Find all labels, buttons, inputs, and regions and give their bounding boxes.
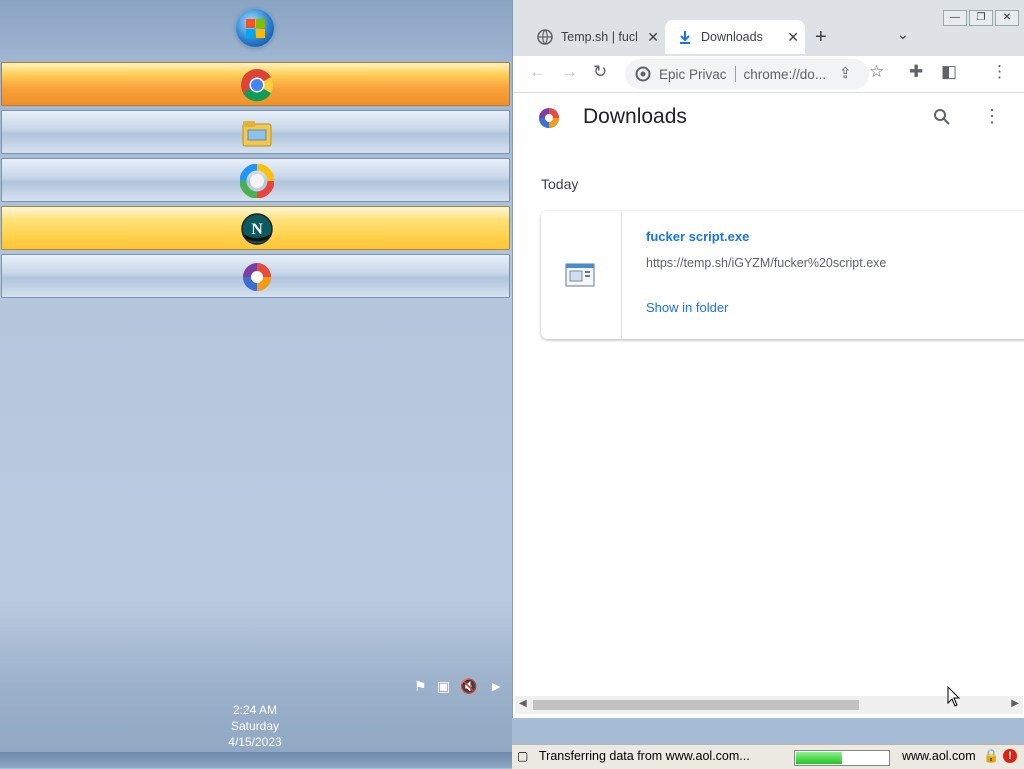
scroll-left-arrow-icon[interactable]: ◀	[519, 698, 527, 709]
network-icon[interactable]: ▣	[437, 678, 450, 695]
clock[interactable]: 2:24 AM Saturday 4/15/2023	[180, 702, 330, 750]
close-window-button[interactable]: ✕	[995, 10, 1019, 26]
taskbar-button-chrome[interactable]	[1, 62, 510, 106]
windows-logo-icon	[246, 19, 255, 28]
scroll-right-arrow-icon[interactable]: ▶	[1011, 698, 1019, 709]
status-host: www.aol.com	[902, 749, 976, 763]
browser-window: — ❐ ✕ Temp.sh | fuck ✕ Downloads ✕ + ⌄ ←…	[512, 0, 1024, 718]
page-title: Downloads	[583, 105, 687, 128]
page-icon: ▢	[517, 749, 529, 763]
expand-arrow-icon[interactable]: ▶	[492, 680, 500, 693]
tab-title: Temp.sh | fuck	[561, 30, 637, 44]
scrollbar-thumb[interactable]	[533, 700, 859, 710]
tab-strip: — ❐ ✕ Temp.sh | fuck ✕ Downloads ✕ + ⌄	[513, 0, 1024, 56]
start-button[interactable]	[236, 9, 274, 47]
epic-site-icon	[635, 66, 651, 82]
globe-icon	[537, 29, 553, 45]
status-text: Transferring data from www.aol.com...	[539, 749, 750, 763]
netscape-icon: N	[241, 213, 273, 245]
new-tab-button[interactable]: +	[815, 26, 827, 49]
file-explorer-icon	[242, 121, 272, 147]
download-source-url: https://temp.sh/iGYZM/fucker%20script.ex…	[646, 256, 887, 270]
tab-downloads[interactable]: Downloads ✕	[665, 20, 805, 54]
reload-button[interactable]: ↻	[593, 62, 607, 82]
taskbar: N ⚑ ▣ 🔇 ▶ 2:24 AM Saturday 4/15/2023	[0, 0, 512, 768]
taskbar-button-ring-app[interactable]	[1, 158, 510, 202]
bookmark-star-icon[interactable]: ☆	[869, 62, 884, 82]
more-options-icon[interactable]: ⋮	[983, 106, 1001, 127]
taskbar-button-netscape[interactable]: N	[1, 206, 510, 250]
extensions-puzzle-icon[interactable]: ✚	[909, 62, 923, 82]
close-tab-icon[interactable]: ✕	[647, 29, 659, 46]
taskbar-edge	[0, 752, 512, 768]
download-item-card: fucker script.exe https://temp.sh/iGYZM/…	[541, 211, 1024, 339]
tab-search-chevron-icon[interactable]: ⌄	[897, 26, 909, 43]
speaker-muted-icon[interactable]: 🔇	[460, 678, 477, 695]
download-file-name-link[interactable]: fucker script.exe	[646, 229, 749, 244]
epic-browser-icon	[243, 263, 271, 291]
system-tray: ⚑ ▣ 🔇 ▶	[412, 678, 507, 696]
close-tab-icon[interactable]: ✕	[787, 29, 799, 46]
show-in-folder-link[interactable]: Show in folder	[646, 300, 728, 315]
taskbar-button-explorer[interactable]	[1, 110, 510, 154]
back-button[interactable]: ←	[529, 62, 546, 82]
mouse-cursor-icon	[947, 686, 961, 707]
status-bar: ▢ Transferring data from www.aol.com... …	[512, 744, 1024, 769]
browser-menu-icon[interactable]: ⋮	[991, 62, 1008, 82]
flag-icon[interactable]: ⚑	[414, 678, 427, 695]
clock-time: 2:24 AM	[232, 703, 278, 717]
clock-date: 4/15/2023	[228, 735, 282, 749]
side-panel-icon[interactable]: ◧	[941, 62, 957, 82]
clock-day: Saturday	[230, 719, 280, 733]
address-bar[interactable]: Epic Privac chrome://do...	[625, 59, 869, 89]
search-icon[interactable]	[933, 108, 951, 126]
taskbar-button-epic[interactable]	[1, 254, 510, 298]
download-icon	[680, 31, 690, 44]
forward-button[interactable]: →	[561, 62, 578, 82]
lock-icon: 🔒	[983, 748, 1000, 763]
epic-browser-logo-icon	[539, 108, 559, 128]
chrome-icon	[241, 69, 274, 102]
tab-temp-sh[interactable]: Temp.sh | fuck ✕	[525, 20, 665, 54]
progress-bar	[794, 750, 890, 766]
error-alert-icon[interactable]: !	[1003, 749, 1017, 763]
downloads-header: Downloads ⋮	[513, 92, 1024, 148]
navigation-toolbar: ← → ↻ Epic Privac chrome://do... ⇪ ☆ ✚ ◧…	[513, 56, 1024, 93]
window-controls: — ❐ ✕	[943, 10, 1019, 26]
site-label: Epic Privac	[659, 66, 727, 82]
url-text: chrome://do...	[743, 66, 827, 82]
share-icon[interactable]: ⇪	[839, 64, 852, 82]
date-section-heading: Today	[541, 176, 579, 192]
minimize-button[interactable]: —	[943, 10, 967, 26]
tab-title: Downloads	[701, 30, 763, 44]
svg-text:N: N	[251, 221, 263, 238]
progress-bar-fill	[796, 752, 842, 764]
colorful-ring-icon	[240, 164, 274, 198]
exe-file-icon	[565, 263, 595, 287]
maximize-button[interactable]: ❐	[969, 10, 993, 26]
